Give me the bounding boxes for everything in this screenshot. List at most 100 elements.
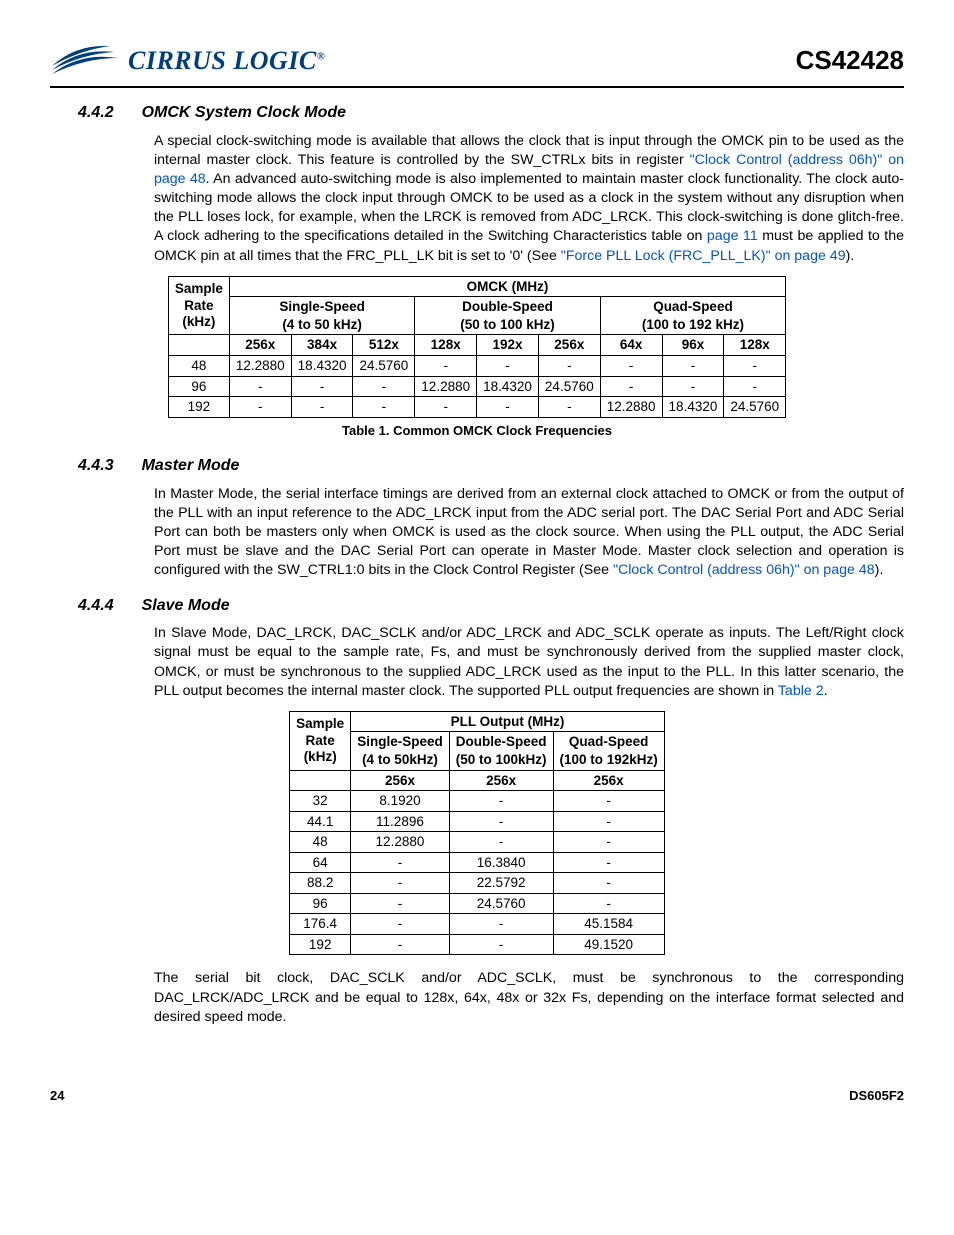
- value-cell: 12.2880: [600, 397, 662, 418]
- value-cell: -: [449, 934, 553, 955]
- table-row: 328.1920--: [290, 791, 665, 812]
- rate-cell: 32: [290, 791, 351, 812]
- cirrus-swoosh-icon: [50, 40, 120, 82]
- mult-header: 192x: [477, 335, 539, 356]
- rate-cell: 176.4: [290, 914, 351, 935]
- table-2-pll: SampleRate(kHz) PLL Output (MHz) Single-…: [289, 711, 665, 956]
- value-cell: -: [351, 934, 450, 955]
- value-cell: -: [724, 355, 786, 376]
- value-cell: 12.2880: [229, 355, 291, 376]
- value-cell: -: [600, 376, 662, 397]
- value-cell: -: [351, 873, 450, 894]
- value-cell: -: [351, 893, 450, 914]
- section-4-4-3-body: In Master Mode, the serial interface tim…: [154, 485, 904, 581]
- mult-256x: 256x: [351, 770, 450, 791]
- table-row: 88.2-22.5792-: [290, 873, 665, 894]
- value-cell: 12.2880: [351, 832, 450, 853]
- value-cell: 24.5760: [449, 893, 553, 914]
- table-row: 4812.2880--: [290, 832, 665, 853]
- mult-header: 64x: [600, 335, 662, 356]
- value-cell: -: [600, 355, 662, 376]
- value-cell: -: [291, 376, 353, 397]
- value-cell: -: [415, 355, 477, 376]
- rate-cell: 44.1: [290, 811, 351, 832]
- section-4-4-4-body-2: The serial bit clock, DAC_SCLK and/or AD…: [154, 969, 904, 1027]
- col-single-speed: Single-Speed(4 to 50kHz): [351, 732, 450, 770]
- value-cell: 24.5760: [538, 376, 600, 397]
- value-cell: -: [538, 397, 600, 418]
- section-title: Slave Mode: [142, 595, 230, 617]
- value-cell: -: [291, 397, 353, 418]
- value-cell: 11.2896: [351, 811, 450, 832]
- col-double-speed: Double-Speed(50 to 100kHz): [449, 732, 553, 770]
- col-sample-rate: SampleRate(kHz): [296, 716, 344, 763]
- clock-control-link-2[interactable]: "Clock Control (address 06h)" on page 48: [613, 562, 875, 578]
- value-cell: -: [538, 355, 600, 376]
- rate-cell: 64: [290, 852, 351, 873]
- value-cell: -: [449, 914, 553, 935]
- mult-header: 256x: [229, 335, 291, 356]
- section-4-4-2-heading: 4.4.2 OMCK System Clock Mode: [78, 102, 904, 124]
- mult-header: 128x: [415, 335, 477, 356]
- section-4-4-2-body: A special clock-switching mode is availa…: [154, 132, 904, 266]
- section-title: Master Mode: [142, 455, 240, 477]
- page-11-link[interactable]: page 11: [707, 228, 758, 244]
- section-4-4-4-heading: 4.4.4 Slave Mode: [78, 595, 904, 617]
- value-cell: -: [553, 852, 664, 873]
- rate-cell: 48: [290, 832, 351, 853]
- value-cell: 24.5760: [724, 397, 786, 418]
- company-name: CIRRUS LOGIC®: [128, 43, 326, 78]
- mult-header: 256x: [538, 335, 600, 356]
- section-number: 4.4.2: [78, 102, 114, 124]
- value-cell: -: [229, 397, 291, 418]
- value-cell: -: [553, 791, 664, 812]
- rate-cell: 96: [168, 376, 229, 397]
- value-cell: -: [553, 873, 664, 894]
- value-cell: -: [724, 376, 786, 397]
- value-cell: 16.3840: [449, 852, 553, 873]
- mult-header: 384x: [291, 335, 353, 356]
- table-2-link[interactable]: Table 2: [778, 683, 824, 699]
- section-number: 4.4.3: [78, 455, 114, 477]
- section-title: OMCK System Clock Mode: [142, 102, 346, 124]
- table-row: 96---12.288018.432024.5760---: [168, 376, 785, 397]
- table-row: 44.111.2896--: [290, 811, 665, 832]
- value-cell: 12.2880: [415, 376, 477, 397]
- value-cell: -: [449, 811, 553, 832]
- mult-header: 128x: [724, 335, 786, 356]
- value-cell: 22.5792: [449, 873, 553, 894]
- table-row: 4812.288018.432024.5760------: [168, 355, 785, 376]
- table-row: 96-24.5760-: [290, 893, 665, 914]
- value-cell: 18.4320: [291, 355, 353, 376]
- value-cell: -: [449, 832, 553, 853]
- value-cell: 18.4320: [662, 397, 724, 418]
- col-sample-rate: SampleRate(kHz): [175, 281, 223, 328]
- part-number: CS42428: [796, 43, 904, 78]
- force-pll-lock-link[interactable]: "Force PLL Lock (FRC_PLL_LK)" on page 49: [561, 248, 846, 264]
- mult-header: 96x: [662, 335, 724, 356]
- value-cell: -: [351, 914, 450, 935]
- mult-256x: 256x: [553, 770, 664, 791]
- company-logo: CIRRUS LOGIC®: [50, 40, 326, 82]
- table-row: 192------12.288018.432024.5760: [168, 397, 785, 418]
- doc-id: DS605F2: [849, 1087, 904, 1105]
- value-cell: 49.1520: [553, 934, 664, 955]
- table-row: 192--49.1520: [290, 934, 665, 955]
- section-4-4-3-heading: 4.4.3 Master Mode: [78, 455, 904, 477]
- rate-cell: 192: [168, 397, 229, 418]
- value-cell: 8.1920: [351, 791, 450, 812]
- page-footer: 24 DS605F2: [50, 1087, 904, 1105]
- value-cell: -: [353, 397, 415, 418]
- value-cell: -: [449, 791, 553, 812]
- table-row: 176.4--45.1584: [290, 914, 665, 935]
- value-cell: -: [662, 376, 724, 397]
- page-number: 24: [50, 1087, 64, 1105]
- value-cell: -: [662, 355, 724, 376]
- rate-cell: 88.2: [290, 873, 351, 894]
- col-quad-speed: Quad-Speed(100 to 192kHz): [553, 732, 664, 770]
- value-cell: -: [553, 893, 664, 914]
- section-number: 4.4.4: [78, 595, 114, 617]
- col-omck: OMCK (MHz): [229, 276, 785, 297]
- value-cell: -: [477, 397, 539, 418]
- value-cell: -: [553, 832, 664, 853]
